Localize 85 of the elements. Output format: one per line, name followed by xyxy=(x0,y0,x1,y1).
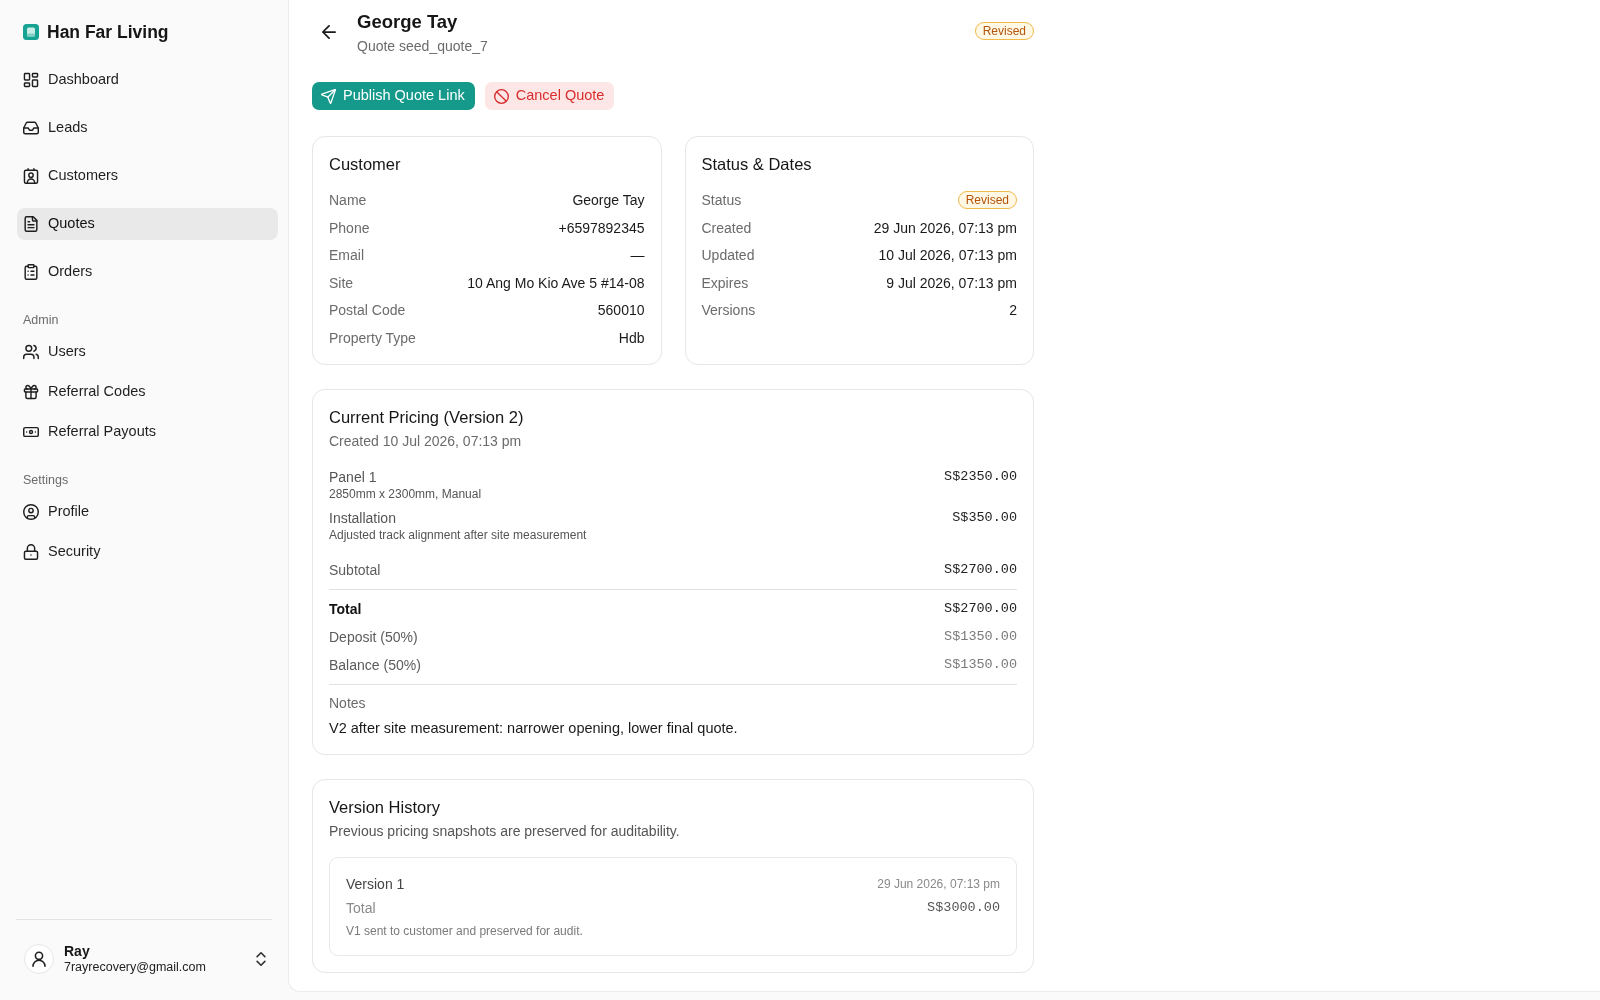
field-label: Phone xyxy=(329,218,370,238)
line-item-detail: 2850mm x 2300mm, Manual xyxy=(329,485,482,502)
line-item-name: Panel 1 xyxy=(329,467,378,486)
status-badge: Revised xyxy=(974,22,1034,40)
notes-text: V2 after site measurement: narrower opening, lower final quote. xyxy=(329,718,739,738)
field-label: Site xyxy=(329,273,354,293)
prohibited-icon xyxy=(493,88,509,104)
tray-icon xyxy=(23,120,39,136)
page-title: George Tay xyxy=(357,10,459,34)
document-icon xyxy=(23,216,39,232)
cancel-quote-button[interactable]: Cancel Quote xyxy=(484,82,615,110)
field-value: +6597892345 xyxy=(558,218,645,238)
card-title: Version History xyxy=(329,796,441,818)
avatar-icon xyxy=(24,944,54,974)
field-value: 9 Jul 2026, 07:13 pm xyxy=(886,273,1017,293)
line-item-amount: S$2350.00 xyxy=(944,467,1017,486)
version-total-amount: S$3000.00 xyxy=(927,898,1000,917)
field-value: — xyxy=(630,246,645,265)
section-heading: Settings xyxy=(22,472,70,488)
summary-amount: S$2700.00 xyxy=(944,599,1017,618)
status-badge: Revised xyxy=(957,191,1017,209)
user-email: 7rayrecovery@gmail.com xyxy=(64,959,207,975)
field-value: 29 Jun 2026, 07:13 pm xyxy=(873,218,1017,238)
card-description: Previous pricing snapshots are preserved for auditability. xyxy=(329,821,681,841)
field-value: George Tay xyxy=(572,191,645,210)
sidebar-item[interactable]: Users xyxy=(17,336,278,368)
sidebar-item[interactable]: Quotes xyxy=(17,208,278,240)
card-title: Current Pricing (Version 2) xyxy=(329,406,525,428)
field-label: Created xyxy=(701,218,752,238)
sidebar-item[interactable]: Customers xyxy=(17,160,278,192)
back-arrow-icon xyxy=(322,25,336,39)
contact-card-icon xyxy=(23,168,39,184)
summary-label: Subtotal xyxy=(329,560,381,580)
section-heading: Admin xyxy=(22,312,60,328)
sidebar-item[interactable]: Profile xyxy=(17,496,278,528)
sidebar-item[interactable]: Dashboard xyxy=(17,64,278,96)
gift-icon xyxy=(23,384,39,400)
sidebar-item[interactable]: Orders xyxy=(17,256,278,288)
publish-link-button[interactable]: Publish Quote Link xyxy=(312,82,475,110)
sidebar-item[interactable]: Leads xyxy=(17,112,278,144)
line-item-detail: Adjusted track alignment after site measurement xyxy=(329,526,587,543)
paper-plane-icon xyxy=(321,88,336,104)
field-value: 10 Jul 2026, 07:13 pm xyxy=(878,246,1017,265)
lock-icon xyxy=(23,544,39,560)
field-label: Versions xyxy=(701,301,756,320)
field-label: Updated xyxy=(701,246,755,265)
summary-amount: S$1350.00 xyxy=(944,627,1017,646)
brand-name: Han Far Living xyxy=(47,21,169,44)
version-date: 29 Jun 2026, 07:13 pm xyxy=(877,875,1000,893)
notes-label: Notes xyxy=(329,693,367,712)
field-value: 560010 xyxy=(597,301,645,320)
app-logo-icon xyxy=(23,24,39,40)
version-total-label: Total xyxy=(346,898,376,918)
summary-amount: S$1350.00 xyxy=(944,655,1017,674)
field-label: Email xyxy=(329,246,364,265)
summary-label: Balance (50%) xyxy=(329,655,421,675)
sidebar-item[interactable]: Referral Codes xyxy=(17,376,278,408)
field-value: Hdb xyxy=(618,328,645,348)
field-label: Property Type xyxy=(329,328,416,348)
card-title: Status & Dates xyxy=(701,154,813,175)
user-circle-icon xyxy=(23,504,39,520)
page-subtitle: Quote seed_quote_7 xyxy=(357,37,489,55)
grid-icon xyxy=(23,72,39,88)
version-label: Version 1 xyxy=(346,874,405,894)
sidebar-item[interactable]: Referral Payouts xyxy=(17,416,278,448)
sidebar-item[interactable]: Security xyxy=(17,536,278,568)
summary-label: Deposit (50%) xyxy=(329,627,418,647)
version-note: V1 sent to customer and preserved for audit. xyxy=(346,922,584,939)
clipboard-list-icon xyxy=(23,264,39,280)
field-value: 2 xyxy=(1009,301,1017,320)
card-title: Customer xyxy=(329,154,402,175)
user-name: Ray xyxy=(64,943,91,959)
summary-label: Total xyxy=(329,599,362,619)
users-icon xyxy=(23,344,39,360)
line-item-amount: S$350.00 xyxy=(952,508,1017,527)
field-label: Expires xyxy=(701,273,749,293)
field-value: 10 Ang Mo Kio Ave 5 #14-08 xyxy=(467,273,645,293)
field-label: Postal Code xyxy=(329,301,406,320)
chevron-up-down-icon[interactable] xyxy=(254,952,268,966)
line-item-name: Installation xyxy=(329,508,397,527)
summary-amount: S$2700.00 xyxy=(944,560,1017,579)
field-label: Name xyxy=(329,191,367,210)
banknote-icon xyxy=(23,424,39,440)
card-subtitle: Created 10 Jul 2026, 07:13 pm xyxy=(329,431,523,450)
field-label: Status xyxy=(701,191,742,210)
